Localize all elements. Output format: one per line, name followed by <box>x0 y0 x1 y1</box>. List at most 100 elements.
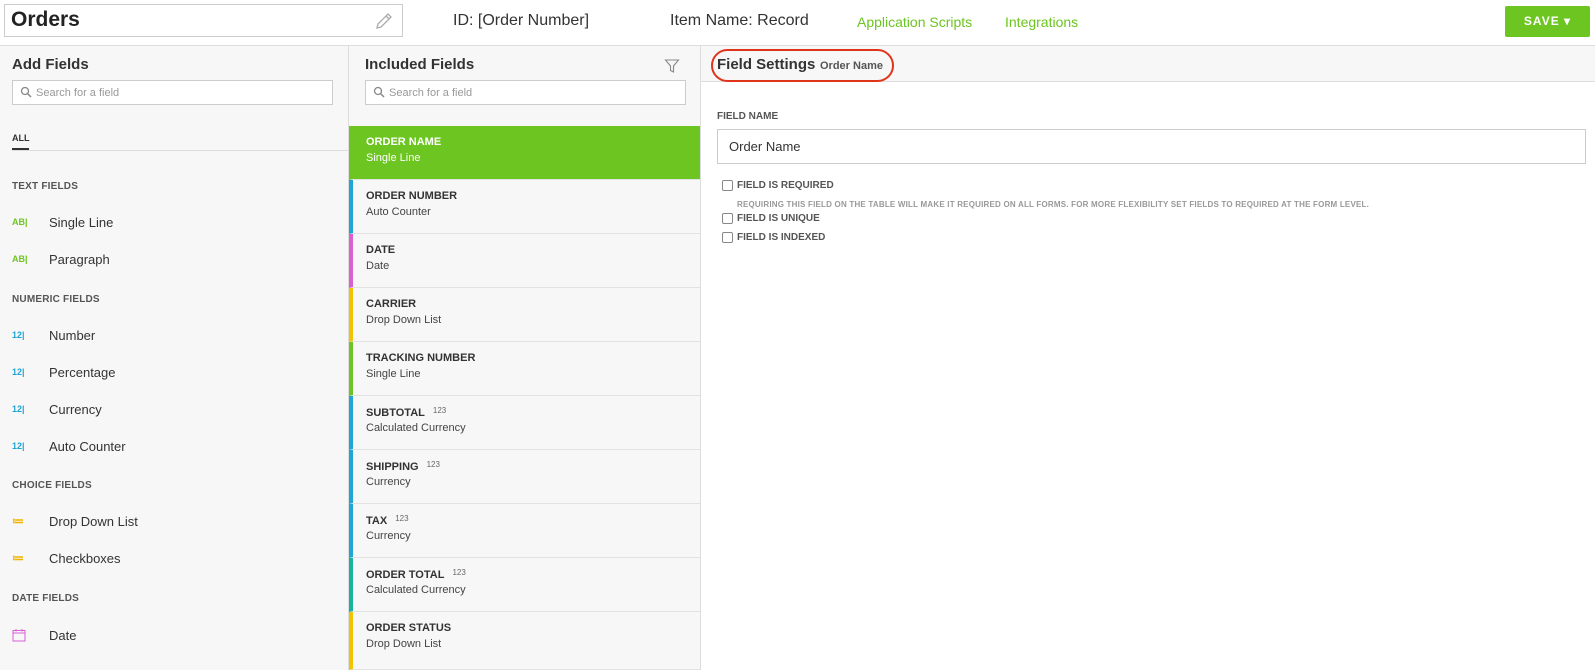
calendar-icon <box>12 629 26 642</box>
field-name: TRACKING NUMBER <box>366 352 476 364</box>
field-type-currency[interactable]: 12| Currency <box>12 397 102 421</box>
included-fields-search-input[interactable]: Search for a field <box>365 80 686 105</box>
field-name-label: FIELD NAME <box>717 111 779 122</box>
included-field-shipping[interactable]: SHIPPING 123 Currency <box>349 450 700 504</box>
field-type: Drop Down List <box>366 314 442 326</box>
highlight-circle <box>711 49 894 82</box>
numeric-badge: 123 <box>432 406 447 415</box>
field-type-auto-counter[interactable]: 12| Auto Counter <box>12 434 126 458</box>
included-field-subtotal[interactable]: SUBTOTAL 123 Calculated Currency <box>349 396 700 450</box>
section-numeric-fields: NUMERIC FIELDS <box>12 294 100 305</box>
field-name: TAX 123 <box>366 514 409 527</box>
field-type: Drop Down List <box>366 638 442 650</box>
numeric-field-icon: 12| <box>12 404 25 414</box>
field-type-checkboxes[interactable]: ≔ Checkboxes <box>12 546 121 570</box>
field-type: Calculated Currency <box>366 584 466 596</box>
included-field-tracking-number[interactable]: TRACKING NUMBER Single Line <box>349 342 700 396</box>
field-is-required-option[interactable]: FIELD IS REQUIRED <box>722 180 834 191</box>
included-field-order-total[interactable]: ORDER TOTAL 123 Calculated Currency <box>349 558 700 612</box>
field-type-label: Paragraph <box>49 251 110 267</box>
numeric-badge: 123 <box>395 514 409 523</box>
numeric-field-icon: 12| <box>12 330 25 340</box>
included-field-order-name[interactable]: ORDER NAME Single Line <box>349 126 700 180</box>
required-checkbox[interactable] <box>722 180 733 191</box>
filter-icon[interactable] <box>664 58 680 74</box>
field-type-number[interactable]: 12| Number <box>12 323 95 347</box>
field-is-unique-option[interactable]: FIELD IS UNIQUE <box>722 213 820 224</box>
field-type-label: Percentage <box>49 364 116 380</box>
field-type-label: Date <box>49 627 77 643</box>
app-title[interactable]: Orders <box>11 8 80 32</box>
field-type-label: Auto Counter <box>49 438 126 454</box>
field-name: DATE <box>366 244 396 256</box>
field-type-percentage[interactable]: 12| Percentage <box>12 360 116 384</box>
search-icon <box>373 86 385 98</box>
pencil-icon[interactable] <box>374 11 394 31</box>
numeric-badge: 123 <box>426 460 440 469</box>
numeric-field-icon: 12| <box>12 367 25 377</box>
section-text-fields: TEXT FIELDS <box>12 181 79 192</box>
field-name: ORDER NAME <box>366 136 442 148</box>
indexed-checkbox[interactable] <box>722 232 733 243</box>
search-icon <box>20 86 32 98</box>
save-button[interactable]: SAVE ▾ <box>1505 6 1590 37</box>
text-field-icon: AB| <box>12 254 28 264</box>
unique-label: FIELD IS UNIQUE <box>737 213 820 224</box>
search-placeholder: Search for a field <box>389 87 473 99</box>
field-name-input[interactable] <box>717 129 1586 164</box>
item-name-setting[interactable]: Item Name: Record <box>670 12 809 30</box>
field-name: CARRIER <box>366 298 417 310</box>
section-date-fields: DATE FIELDS <box>12 593 80 604</box>
field-type-paragraph[interactable]: AB| Paragraph <box>12 247 110 271</box>
included-fields-panel: Included Fields Search for a field ORDER… <box>349 46 701 670</box>
text-field-icon: AB| <box>12 217 28 227</box>
included-field-order-status[interactable]: ORDER STATUS Drop Down List <box>349 612 700 670</box>
field-settings-header: Field Settings Order Name <box>701 46 1595 82</box>
field-type-drop-down-list[interactable]: ≔ Drop Down List <box>12 509 138 533</box>
field-name: SHIPPING 123 <box>366 460 440 473</box>
indexed-label: FIELD IS INDEXED <box>737 232 826 243</box>
field-type-label: Currency <box>49 401 102 417</box>
field-type-date[interactable]: Date <box>12 623 76 647</box>
field-type-label: Single Line <box>49 214 114 230</box>
included-field-date[interactable]: DATE Date <box>349 234 700 288</box>
field-type-label: Checkboxes <box>49 550 121 566</box>
field-is-indexed-option[interactable]: FIELD IS INDEXED <box>722 232 825 243</box>
add-fields-heading: Add Fields <box>12 56 89 73</box>
included-field-tax[interactable]: TAX 123 Currency <box>349 504 700 558</box>
included-field-carrier[interactable]: CARRIER Drop Down List <box>349 288 700 342</box>
required-hint: REQUIRING THIS FIELD ON THE TABLE WILL M… <box>737 200 1370 209</box>
record-id-setting[interactable]: ID: [Order Number] <box>453 12 589 30</box>
list-icon: ≔ <box>12 514 24 528</box>
included-field-order-number[interactable]: ORDER NUMBER Auto Counter <box>349 180 700 234</box>
required-label: FIELD IS REQUIRED <box>737 180 834 191</box>
included-fields-heading: Included Fields <box>365 56 475 73</box>
numeric-field-icon: 12| <box>12 441 25 451</box>
application-scripts-link[interactable]: Application Scripts <box>857 14 972 30</box>
app-title-field[interactable]: Orders <box>4 4 403 37</box>
field-type: Date <box>366 260 390 272</box>
field-settings-panel: Field Settings Order Name FIELD NAME FIE… <box>701 46 1595 670</box>
divider <box>12 150 349 151</box>
top-bar: Orders ID: [Order Number] Item Name: Rec… <box>0 0 1595 46</box>
tab-all[interactable]: ALL <box>12 133 30 143</box>
unique-checkbox[interactable] <box>722 213 733 224</box>
field-type: Single Line <box>366 152 421 164</box>
field-name: SUBTOTAL 123 <box>366 406 447 419</box>
section-choice-fields: CHOICE FIELDS <box>12 480 92 491</box>
list-icon: ≔ <box>12 551 24 565</box>
add-fields-search-input[interactable]: Search for a field <box>12 80 333 105</box>
field-type: Auto Counter <box>366 206 431 218</box>
field-type: Calculated Currency <box>366 422 466 434</box>
field-type: Single Line <box>366 368 421 380</box>
field-name: ORDER TOTAL 123 <box>366 568 466 581</box>
field-name: ORDER STATUS <box>366 622 452 634</box>
field-type-label: Drop Down List <box>49 513 138 529</box>
field-type-single-line[interactable]: AB| Single Line <box>12 210 113 234</box>
field-name: ORDER NUMBER <box>366 190 458 202</box>
add-fields-panel: Add Fields Search for a field ALL TEXT F… <box>0 46 349 670</box>
integrations-link[interactable]: Integrations <box>1005 14 1078 30</box>
field-type-label: Number <box>49 327 96 343</box>
field-type: Currency <box>366 476 411 488</box>
search-placeholder: Search for a field <box>36 87 120 99</box>
